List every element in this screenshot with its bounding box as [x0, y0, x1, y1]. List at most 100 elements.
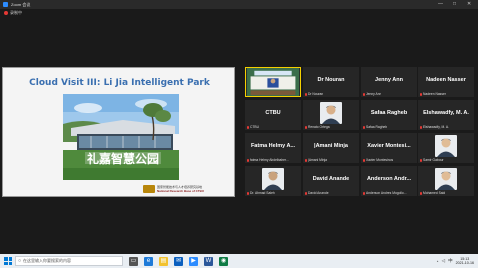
participant-name: Safaa Ragheb [370, 110, 408, 116]
participant-tile-elshawadfy[interactable]: Elshawadfy, M. A. Elshawadfy, M. A. [418, 100, 474, 130]
participant-label: Jenny Ann [363, 92, 381, 96]
task-view-icon[interactable]: ▭ [129, 256, 138, 266]
participant-name: Fatma Helmy A... [250, 143, 296, 149]
participant-tile-anderson-andre[interactable]: Anderson Andr... Anderson Andres Mogollo.… [361, 166, 417, 196]
participant-label: |Amani Minja [305, 158, 327, 162]
maximize-button[interactable]: □ [453, 1, 456, 7]
mic-muted-icon [363, 191, 365, 195]
taskbar-search-placeholder: 在这里输入你要搜索的内容 [23, 258, 72, 263]
participant-tile-safaa-ragheb[interactable]: Safaa Ragheb Safaa Ragheb [361, 100, 417, 130]
participant-name: CTBU [265, 110, 281, 116]
input-language[interactable]: 中 [448, 258, 453, 264]
participant-label: fatma Helmy Abdelbaher... [247, 158, 289, 162]
edge-icon[interactable]: e [144, 256, 153, 266]
mic-muted-icon [420, 92, 422, 96]
network-icon[interactable]: ◔ [436, 259, 439, 264]
mic-muted-icon [247, 158, 249, 162]
word-icon[interactable]: W [204, 256, 213, 266]
participant-tile-david-anande[interactable]: David Anande David Anande [303, 166, 359, 196]
slide-title: Cloud Visit III: Li Jia Intelligent Park [29, 78, 210, 88]
clock-date: 2021-10-16 [455, 261, 474, 265]
participant-video-mohamed-said [435, 168, 457, 190]
system-tray: ◔ ◁ 中 15:13 2021-10-16 [436, 254, 474, 268]
participant-name: Anderson Andr... [366, 176, 412, 182]
recording-label[interactable]: 录制中 [10, 10, 22, 16]
zoom-taskbar-icon[interactable]: ▶ [189, 256, 198, 266]
mail-icon[interactable]: ✉ [174, 256, 183, 266]
participant-tile-ahmad-saleh[interactable]: Dr. Ahmad Saleh [245, 166, 301, 196]
self-video-feed [246, 68, 300, 96]
participant-tile-xavier-montesi[interactable]: Xavier Montesi... Xavier Montesinos [361, 133, 417, 163]
participant-label-text: Samir Gabour [423, 158, 444, 162]
recording-bar: 录制中 [0, 9, 478, 17]
participant-label-text: Elshawadfy, M. A. [423, 125, 449, 129]
participant-label: David Anande [305, 191, 329, 195]
participant-video-ahmad-saleh [262, 168, 284, 190]
participant-label: CTBU [247, 125, 259, 129]
participant-name: |Amani Minja [314, 143, 348, 149]
participant-tile-renato-ortega[interactable]: Renato Ortega [303, 100, 359, 130]
start-button-icon[interactable] [4, 257, 12, 265]
volume-icon[interactable]: ◁ [442, 258, 445, 264]
wechat-icon[interactable]: ◉ [219, 256, 228, 266]
participant-tile-dr-nouran[interactable]: Dr Nouran Dr Nouran [303, 67, 359, 97]
participant-tile-samir-gabour[interactable]: Samir Gabour [418, 133, 474, 163]
participant-name: Elshawadfy, M. A. [423, 110, 469, 116]
participant-tile-ctbu[interactable]: CTBU CTBU [245, 100, 301, 130]
participant-tile-amani-minja[interactable]: |Amani Minja |Amani Minja [303, 133, 359, 163]
participant-name: David Anande [312, 176, 350, 182]
participant-label-text: Dr Nouran [308, 92, 324, 96]
zoom-app-icon [3, 2, 8, 7]
participant-label-text: Safaa Ragheb [366, 125, 388, 129]
minimize-button[interactable]: — [438, 1, 443, 7]
participant-label: Elshawadfy, M. A. [420, 125, 449, 129]
participant-label-text: David Anande [308, 191, 329, 195]
participant-name: Nadeen Nasser [426, 77, 466, 83]
participant-label: Nadeen Nasser [420, 92, 446, 96]
participant-label: Dr Nouran [305, 92, 323, 96]
participant-label-text: Renato Ortega [308, 125, 330, 129]
participant-label: Samir Gabour [420, 158, 444, 162]
participant-video-samir-gabour [435, 135, 457, 157]
participant-label: Mohamed Said [420, 191, 445, 195]
participant-label: Xavier Montesinos [363, 158, 393, 162]
taskbar-clock[interactable]: 15:13 2021-10-16 [456, 257, 474, 266]
participant-name: Jenny Ann [375, 77, 403, 83]
participant-video-renato-ortega [320, 102, 342, 124]
mic-muted-icon [305, 158, 307, 162]
participant-label-text: fatma Helmy Abdelbaher... [250, 158, 289, 162]
participant-label: Anderson Andres Mogollo... [363, 191, 407, 195]
close-button[interactable]: ✕ [467, 1, 471, 7]
mic-muted-icon [247, 191, 249, 195]
participant-tile-mohamed-said[interactable]: Mohamed Said [418, 166, 474, 196]
mic-muted-icon [420, 191, 422, 195]
park-sign-text: 礼嘉智慧公园 [87, 151, 159, 166]
participant-label-text: Nadeen Nasser [423, 92, 446, 96]
participant-label-text: Jenny Ann [366, 92, 382, 96]
mic-muted-icon [363, 125, 365, 129]
participant-label-text: |Amani Minja [308, 158, 327, 162]
participant-label: Renato Ortega [305, 125, 330, 129]
mic-muted-icon [363, 92, 365, 96]
file-explorer-icon[interactable]: ▤ [159, 256, 168, 266]
mic-muted-icon [305, 191, 307, 195]
participant-name: Xavier Montesi... [367, 143, 411, 149]
participant-label-text: Xavier Montesinos [366, 158, 394, 162]
participant-tile-fatma-helmy[interactable]: Fatma Helmy A... fatma Helmy Abdelbaher..… [245, 133, 301, 163]
participant-label: Dr. Ahmad Saleh [247, 191, 275, 195]
window-titlebar: Zoom 会议 — □ ✕ [0, 0, 478, 9]
mic-muted-icon [363, 158, 365, 162]
record-dot-icon [4, 11, 8, 15]
participant-tile-jenny-ann[interactable]: Jenny Ann Jenny Ann [361, 67, 417, 97]
mic-muted-icon [305, 125, 307, 129]
search-icon: ○ [18, 258, 22, 264]
mic-muted-icon [247, 125, 249, 129]
mic-muted-icon [420, 125, 422, 129]
shared-slide: Cloud Visit III: Li Jia Intelligent Park… [2, 67, 235, 197]
footer-en: National Research Base of CTBU [157, 189, 205, 193]
participant-tile-self-video[interactable] [245, 67, 301, 97]
taskbar-search[interactable]: ○ 在这里输入你要搜索的内容 [15, 256, 123, 266]
participant-label-text: CTBU [250, 125, 259, 129]
participant-tile-nadeen-nasser[interactable]: Nadeen Nasser Nadeen Nasser [418, 67, 474, 97]
participant-name: Dr Nouran [317, 77, 345, 83]
